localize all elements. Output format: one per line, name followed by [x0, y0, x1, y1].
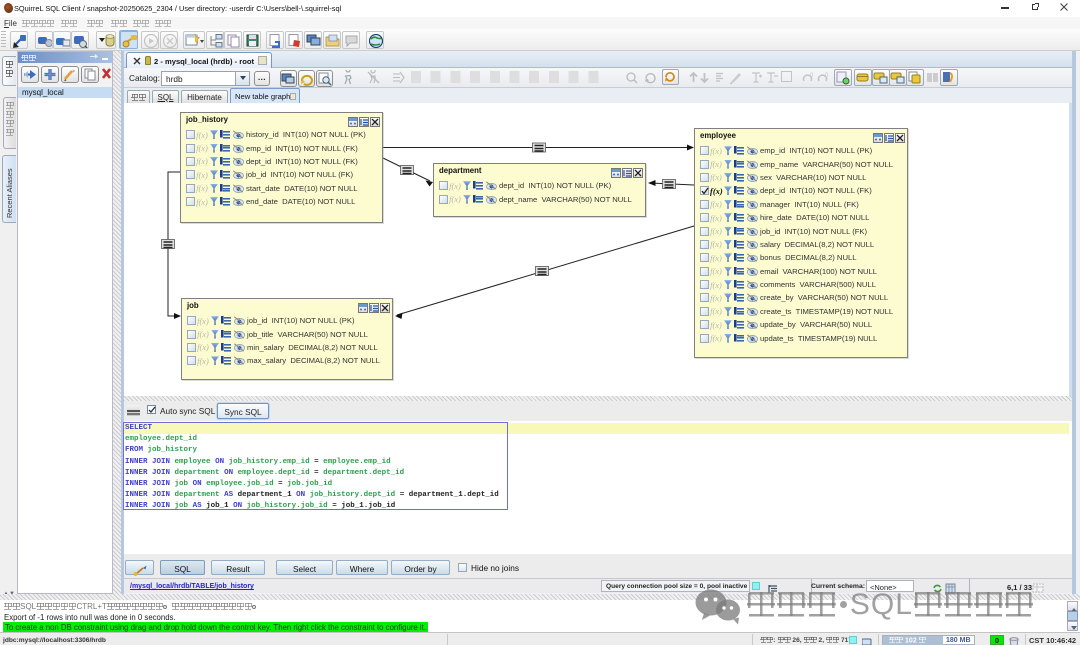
svg-text:0: 0: [810, 73, 814, 79]
svg-text:0: 0: [825, 73, 829, 79]
